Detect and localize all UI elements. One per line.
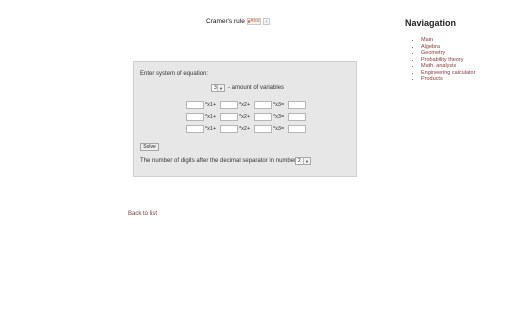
navigation-list: Main Algebra Geometry Probability theory… xyxy=(410,37,511,83)
page-header: Cramer's rule RSS + xyxy=(206,16,270,26)
page-title: Cramer's rule xyxy=(206,17,245,25)
rss-label: RSS xyxy=(250,17,260,23)
coefficient-input[interactable] xyxy=(186,100,204,109)
equation-form: Enter system of equation: 3 ▼ - amount o… xyxy=(133,61,357,177)
coefficient-input[interactable] xyxy=(220,100,238,109)
nav-link-probability-theory[interactable]: Probability theory xyxy=(421,57,464,63)
variable-label: *x3= xyxy=(273,125,285,132)
rss-icon[interactable]: RSS xyxy=(246,17,261,25)
variable-label: *x3= xyxy=(273,113,285,120)
rss-dot-icon xyxy=(247,19,250,23)
constant-input[interactable] xyxy=(288,124,306,133)
constant-input[interactable] xyxy=(288,112,306,121)
back-to-list-link[interactable]: Back to list xyxy=(128,211,157,217)
variable-label: *x1+ xyxy=(205,113,217,120)
coefficient-input[interactable] xyxy=(186,124,204,133)
solve-button[interactable]: Solve xyxy=(140,143,159,151)
variable-label: *x2+ xyxy=(239,125,251,132)
coefficient-input[interactable] xyxy=(254,100,272,109)
equation-row: *x1+ *x2+ *x3= xyxy=(186,112,306,121)
nav-link-main[interactable]: Main xyxy=(421,37,433,43)
variable-label: *x1+ xyxy=(205,125,217,132)
constant-input[interactable] xyxy=(288,100,306,109)
coefficient-input[interactable] xyxy=(220,124,238,133)
nav-link-geometry[interactable]: Geometry xyxy=(421,50,445,56)
coefficient-input[interactable] xyxy=(220,112,238,121)
share-button[interactable]: + xyxy=(262,17,270,25)
variable-label: *x2+ xyxy=(239,101,251,108)
equation-row: *x1+ *x2+ *x3= xyxy=(186,100,306,109)
equation-row: *x1+ *x2+ *x3= xyxy=(186,124,306,133)
chevron-down-icon: ▼ xyxy=(217,85,224,91)
coefficient-input[interactable] xyxy=(254,112,272,121)
nav-link-algebra[interactable]: Algebra xyxy=(421,44,440,50)
variables-select[interactable]: 3 ▼ xyxy=(211,84,225,92)
variable-label: *x3= xyxy=(273,101,285,108)
navigation-title: Naviagation xyxy=(405,18,457,28)
chevron-down-icon: ▼ xyxy=(303,158,310,164)
instruction-text: Enter system of equation: xyxy=(140,71,209,77)
digits-select[interactable]: 2 ▼ xyxy=(295,157,311,165)
coefficient-input[interactable] xyxy=(186,112,204,121)
coefficient-input[interactable] xyxy=(254,124,272,133)
digits-label: The number of digits after the decimal s… xyxy=(140,158,301,164)
nav-link-engineering-calculator[interactable]: Engineering calculator xyxy=(421,70,475,76)
variables-label: - amount of variables xyxy=(228,85,285,91)
digits-select-value: 2 xyxy=(298,158,301,164)
nav-item-products: Products xyxy=(421,76,511,83)
nav-link-products[interactable]: Products xyxy=(421,76,443,82)
nav-link-math-analysis[interactable]: Math. analysis xyxy=(421,63,456,69)
variable-label: *x2+ xyxy=(239,113,251,120)
coefficients-matrix: *x1+ *x2+ *x3= *x1+ *x2+ *x3= *x1+ *x2+ … xyxy=(186,100,306,136)
variable-label: *x1+ xyxy=(205,101,217,108)
